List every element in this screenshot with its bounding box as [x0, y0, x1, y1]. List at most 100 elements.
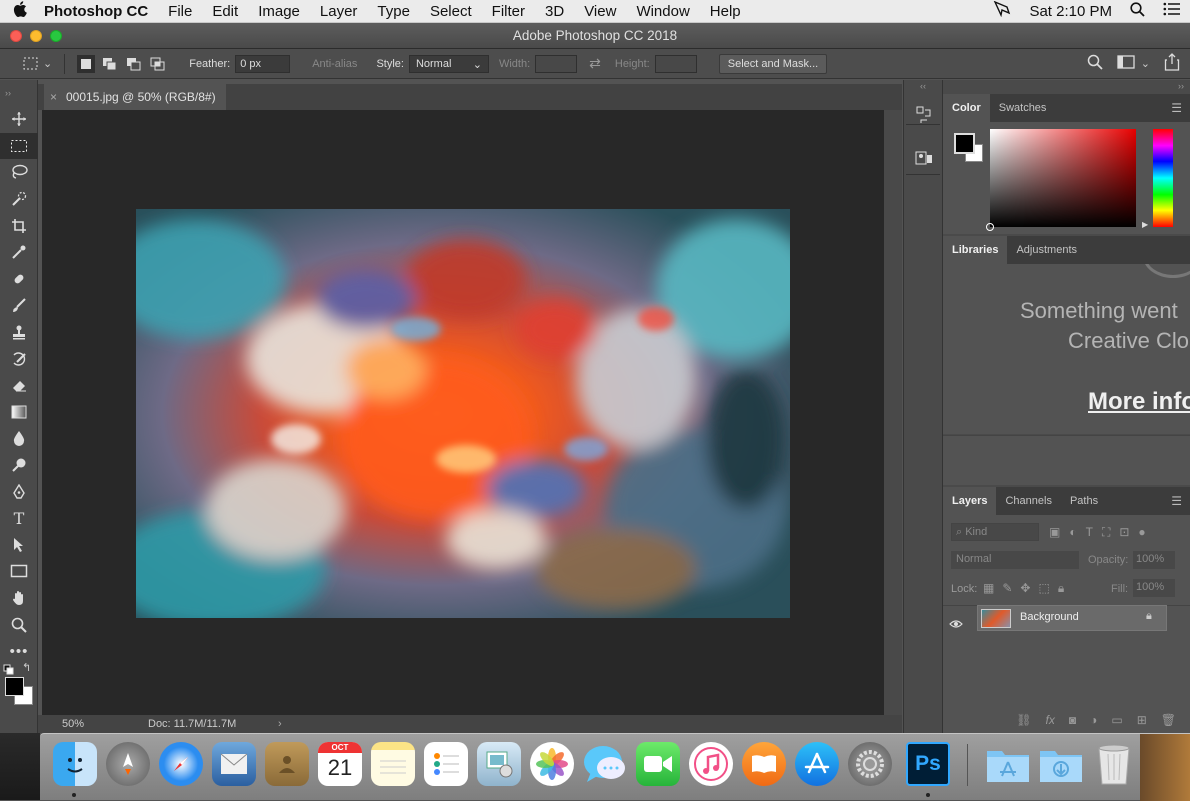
hue-slider-handle-icon[interactable]: ▶: [1142, 220, 1148, 229]
adjustment-filter-icon[interactable]: ◐: [1069, 525, 1076, 540]
lasso-tool-icon[interactable]: [0, 159, 38, 186]
height-input[interactable]: [654, 54, 697, 73]
close-tab-icon[interactable]: ×: [50, 84, 57, 110]
tab-color[interactable]: Color: [943, 94, 990, 122]
cursor-status-icon[interactable]: [984, 0, 1020, 21]
launchpad-icon[interactable]: [106, 742, 150, 786]
smart-object-filter-icon[interactable]: ⊡: [1119, 525, 1129, 540]
layer-kind-filter[interactable]: ⌕ Kind: [951, 523, 1039, 541]
blend-mode-select[interactable]: Normal: [951, 551, 1079, 569]
properties-panel-icon[interactable]: [915, 150, 933, 171]
type-filter-icon[interactable]: T: [1086, 525, 1093, 540]
opacity-input[interactable]: 100%: [1133, 551, 1175, 569]
menu-app-name[interactable]: Photoshop CC: [40, 3, 158, 20]
menu-image[interactable]: Image: [248, 3, 310, 20]
color-swatches[interactable]: ↰: [0, 661, 37, 712]
panel-foreground-swatch[interactable]: [954, 133, 975, 154]
menu-help[interactable]: Help: [700, 3, 751, 20]
tab-channels[interactable]: Channels: [996, 487, 1060, 515]
document-tab[interactable]: × 00015.jpg @ 50% (RGB/8#): [44, 84, 226, 110]
swap-dimensions-icon[interactable]: ⇄: [589, 55, 601, 72]
search-icon[interactable]: [1087, 54, 1103, 73]
menu-layer[interactable]: Layer: [310, 3, 368, 20]
gradient-tool-icon[interactable]: [0, 399, 38, 426]
safari-icon[interactable]: [159, 742, 203, 786]
document-image[interactable]: [136, 209, 790, 618]
lock-transparency-icon[interactable]: ▦: [983, 581, 994, 596]
menu-clock[interactable]: Sat 2:10 PM: [1020, 3, 1121, 20]
mail-icon[interactable]: [212, 742, 256, 786]
system-preferences-icon[interactable]: [848, 742, 892, 786]
lock-position-icon[interactable]: ✥: [1020, 581, 1030, 596]
minimize-window-button[interactable]: [30, 30, 42, 42]
default-colors-icon[interactable]: [3, 664, 15, 676]
blur-tool-icon[interactable]: [0, 425, 38, 452]
brush-tool-icon[interactable]: [0, 292, 38, 319]
tab-libraries[interactable]: Libraries: [943, 236, 1008, 264]
menu-window[interactable]: Window: [626, 3, 699, 20]
spotlight-search-icon[interactable]: [1121, 1, 1154, 21]
notification-center-icon[interactable]: [1154, 2, 1190, 20]
finder-icon[interactable]: [53, 742, 97, 786]
zoom-window-button[interactable]: [50, 30, 62, 42]
calendar-icon[interactable]: OCT 21: [318, 742, 362, 786]
tab-swatches[interactable]: Swatches: [990, 94, 1056, 122]
menu-select[interactable]: Select: [420, 3, 482, 20]
downloads-folder-icon[interactable]: [1039, 742, 1083, 786]
panel-menu-icon[interactable]: ☰: [1171, 494, 1182, 508]
dodge-tool-icon[interactable]: [0, 452, 38, 479]
facetime-icon[interactable]: [636, 742, 680, 786]
workspace-icon[interactable]: [1117, 55, 1135, 72]
crop-tool-icon[interactable]: [0, 212, 38, 239]
hue-slider[interactable]: [1153, 129, 1173, 227]
menu-filter[interactable]: Filter: [482, 3, 535, 20]
new-layer-icon[interactable]: ⊞: [1137, 713, 1147, 727]
path-select-tool-icon[interactable]: [0, 532, 38, 559]
menu-edit[interactable]: Edit: [202, 3, 248, 20]
select-and-mask-button[interactable]: Select and Mask...: [718, 53, 828, 74]
layer-row-background[interactable]: Background 🔒︎: [977, 605, 1167, 631]
reminders-icon[interactable]: [424, 742, 468, 786]
collapse-toolbar-icon[interactable]: ››: [0, 80, 37, 106]
share-icon[interactable]: [1164, 53, 1180, 74]
pixel-filter-icon[interactable]: ▣: [1049, 525, 1060, 540]
more-info-link[interactable]: More info: [1088, 388, 1190, 416]
link-layers-icon[interactable]: ⛓: [1016, 713, 1031, 727]
add-to-selection-icon[interactable]: [101, 55, 119, 73]
layer-lock-icon[interactable]: 🔒︎: [1146, 610, 1152, 623]
healing-brush-tool-icon[interactable]: [0, 266, 38, 293]
type-tool-icon[interactable]: T: [0, 505, 38, 532]
canvas-scrollbar[interactable]: [884, 110, 902, 715]
more-tools-icon[interactable]: •••: [0, 638, 38, 665]
feather-input[interactable]: 0 px: [235, 54, 291, 73]
app-store-icon[interactable]: [795, 742, 839, 786]
foreground-color-swatch[interactable]: [5, 677, 24, 697]
quick-select-tool-icon[interactable]: [0, 186, 38, 213]
shape-filter-icon[interactable]: ⛶: [1102, 525, 1110, 540]
notes-icon[interactable]: [371, 742, 415, 786]
rectangle-tool-icon[interactable]: [0, 558, 38, 585]
apple-menu-icon[interactable]: [0, 0, 40, 22]
history-brush-tool-icon[interactable]: [0, 345, 38, 372]
lock-pixels-icon[interactable]: ✎: [1002, 581, 1012, 596]
clone-stamp-tool-icon[interactable]: [0, 319, 38, 346]
menu-type[interactable]: Type: [367, 3, 420, 20]
lock-artboard-icon[interactable]: ⬚: [1038, 581, 1049, 596]
history-panel-icon[interactable]: [915, 106, 933, 129]
visibility-eye-icon[interactable]: [949, 618, 963, 632]
panel-menu-icon[interactable]: ☰: [1171, 101, 1182, 115]
tab-paths[interactable]: Paths: [1061, 487, 1107, 515]
add-mask-icon[interactable]: ◙: [1069, 713, 1076, 727]
ibooks-icon[interactable]: [742, 742, 786, 786]
swap-colors-icon[interactable]: ↰: [22, 661, 31, 674]
applications-folder-icon[interactable]: [986, 742, 1030, 786]
zoom-level[interactable]: 50%: [62, 715, 84, 733]
color-field[interactable]: [986, 129, 1136, 231]
adjustment-layer-icon[interactable]: ◑: [1090, 713, 1097, 727]
fx-icon[interactable]: fx: [1046, 713, 1055, 727]
eraser-tool-icon[interactable]: [0, 372, 38, 399]
delete-layer-icon[interactable]: 🗑︎: [1161, 713, 1176, 727]
filter-toggle-icon[interactable]: ●: [1138, 525, 1145, 540]
move-tool-icon[interactable]: [0, 106, 38, 133]
tab-adjustments[interactable]: Adjustments: [1007, 236, 1086, 264]
